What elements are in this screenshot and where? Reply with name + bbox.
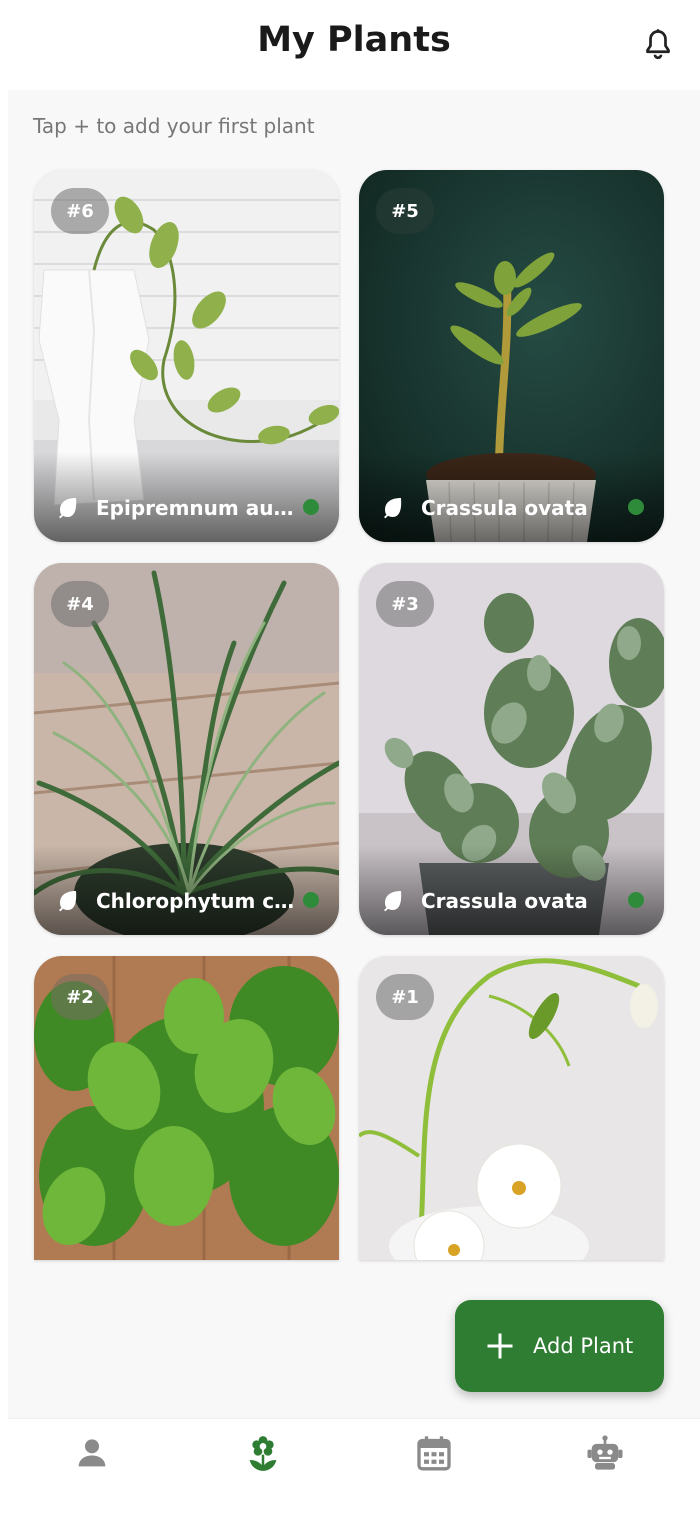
leaf-icon: [59, 891, 77, 912]
bell-icon[interactable]: [640, 26, 676, 64]
plant-name: Crassula ovata: [421, 496, 588, 520]
add-plant-button[interactable]: Add Plant: [455, 1300, 664, 1392]
leaf-icon: [59, 498, 77, 519]
add-plant-label: Add Plant: [533, 1334, 634, 1358]
plant-number-badge: #6: [51, 188, 109, 234]
plant-number-badge: #1: [376, 974, 434, 1020]
health-status-dot: [628, 499, 644, 515]
empty-hint-text: Tap + to add your first plant: [33, 114, 315, 138]
health-status-dot: [303, 892, 319, 908]
health-status-dot: [628, 892, 644, 908]
plus-icon: [487, 1333, 513, 1359]
leaf-icon: [384, 498, 402, 519]
plant-card[interactable]: #4 Chlorophytum co...: [34, 563, 339, 935]
page-title: My Plants: [257, 20, 451, 60]
plant-card[interactable]: #1: [359, 956, 664, 1260]
bottom-navigation: [8, 1418, 700, 1514]
health-status-dot: [303, 499, 319, 515]
app-screen: My Plants Tap + to add your first plant: [8, 0, 700, 1514]
leaf-icon: [384, 891, 402, 912]
calendar-icon[interactable]: [414, 1433, 454, 1473]
plant-number-badge: #4: [51, 581, 109, 627]
plant-card[interactable]: #2: [34, 956, 339, 1260]
flower-icon[interactable]: [243, 1433, 283, 1473]
plant-card[interactable]: #5 Crassula ovata: [359, 170, 664, 542]
top-app-bar: My Plants: [8, 0, 700, 90]
plant-name: Epipremnum aur...: [96, 496, 296, 520]
plant-name: Chlorophytum co...: [96, 889, 296, 913]
robot-icon[interactable]: [585, 1433, 625, 1473]
plant-card[interactable]: #3 Crassula ovata: [359, 563, 664, 935]
plant-number-badge: #3: [376, 581, 434, 627]
plant-card[interactable]: #6 Epipremnum aur...: [34, 170, 339, 542]
person-icon[interactable]: [72, 1433, 112, 1473]
plant-name: Crassula ovata: [421, 889, 588, 913]
plant-number-badge: #2: [51, 974, 109, 1020]
plant-number-badge: #5: [376, 188, 434, 234]
